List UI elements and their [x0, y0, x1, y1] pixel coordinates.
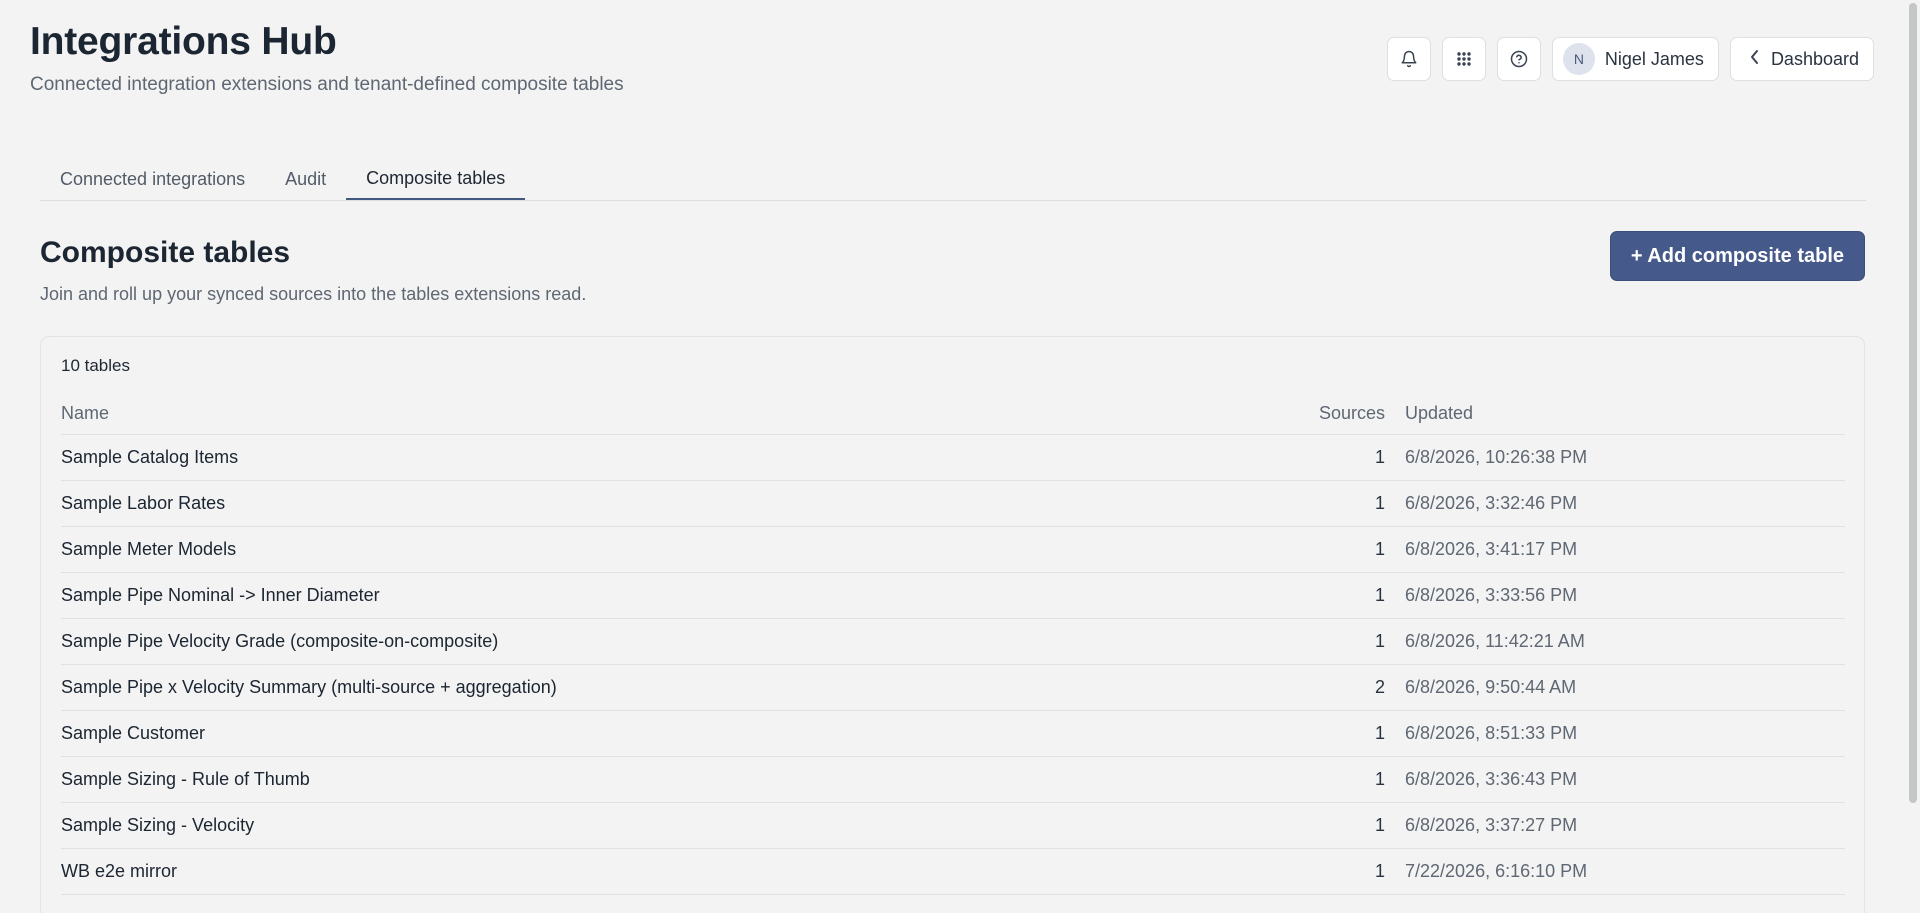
table-row[interactable]: Sample Meter Models 1 6/8/2026, 3:41:17 …: [61, 526, 1845, 573]
row-sources: 1: [1305, 756, 1405, 803]
table-row[interactable]: Sample Pipe x Velocity Summary (multi-so…: [61, 664, 1845, 711]
apps-button[interactable]: [1441, 37, 1486, 81]
composite-tables-card: 10 tables Name Sources Updated Sample Ca…: [40, 336, 1865, 913]
table-row[interactable]: Sample Sizing - Velocity 1 6/8/2026, 3:3…: [61, 802, 1845, 849]
row-sources: 1: [1305, 848, 1405, 895]
scrollbar-thumb[interactable]: [1909, 3, 1917, 803]
table-row[interactable]: Sample Pipe Velocity Grade (composite-on…: [61, 618, 1845, 665]
dashboard-button[interactable]: Dashboard: [1729, 37, 1874, 81]
add-composite-table-button[interactable]: + Add composite table: [1609, 231, 1865, 281]
row-sources: 1: [1305, 572, 1405, 619]
page-title: Integrations Hub: [30, 20, 337, 63]
table-row[interactable]: WB e2e mirror 1 7/22/2026, 6:16:10 PM: [61, 848, 1845, 895]
tab-composite-tables[interactable]: Composite tables: [346, 158, 526, 200]
section-description: Join and roll up your synced sources int…: [40, 284, 587, 304]
grid-icon: [1456, 51, 1472, 67]
row-name[interactable]: Sample Pipe Velocity Grade (composite-on…: [61, 618, 1305, 665]
table-count: 10 tables: [61, 356, 130, 375]
row-name[interactable]: Sample Sizing - Velocity: [61, 802, 1305, 849]
table-row[interactable]: Sample Catalog Items 1 6/8/2026, 10:26:3…: [61, 434, 1845, 481]
row-sources: 1: [1305, 434, 1405, 481]
notifications-button[interactable]: [1386, 37, 1431, 81]
row-name[interactable]: Sample Pipe x Velocity Summary (multi-so…: [61, 664, 1305, 711]
chevron-left-icon: [1749, 49, 1761, 70]
tab-connected-integrations[interactable]: Connected integrations: [40, 158, 265, 200]
section-title: Composite tables: [40, 236, 291, 269]
column-header-sources[interactable]: Sources: [1305, 392, 1405, 435]
row-sources: 1: [1305, 480, 1405, 527]
row-updated: 6/8/2026, 3:37:27 PM: [1405, 802, 1845, 849]
row-updated: 6/8/2026, 10:26:38 PM: [1405, 434, 1845, 481]
row-name[interactable]: Sample Pipe Nominal -> Inner Diameter: [61, 572, 1305, 619]
row-name[interactable]: Sample Sizing - Rule of Thumb: [61, 756, 1305, 803]
row-updated: 6/8/2026, 3:41:17 PM: [1405, 526, 1845, 573]
table-header-row: Name Sources Updated: [61, 392, 1845, 435]
row-name[interactable]: WB e2e mirror: [61, 848, 1305, 895]
row-sources: 1: [1305, 710, 1405, 757]
dashboard-label: Dashboard: [1770, 48, 1859, 69]
row-updated: 6/8/2026, 3:36:43 PM: [1405, 756, 1845, 803]
row-name[interactable]: Sample Meter Models: [61, 526, 1305, 573]
help-button[interactable]: [1496, 37, 1541, 81]
row-updated: 6/8/2026, 8:51:33 PM: [1405, 710, 1845, 757]
column-header-updated[interactable]: Updated: [1405, 392, 1845, 435]
row-sources: 1: [1305, 526, 1405, 573]
page: Integrations Hub Connected integration e…: [0, 0, 1920, 913]
user-menu-button[interactable]: N Nigel James: [1551, 37, 1719, 81]
page-scrollbar[interactable]: [1906, 0, 1920, 913]
row-sources: 1: [1305, 802, 1405, 849]
row-updated: 7/22/2026, 6:16:10 PM: [1405, 848, 1845, 895]
column-header-name[interactable]: Name: [61, 392, 1305, 435]
avatar: N: [1562, 43, 1595, 75]
composite-tables-table: Name Sources Updated Sample Catalog Item…: [61, 392, 1845, 895]
page-subtitle: Connected integration extensions and ten…: [30, 74, 624, 95]
row-sources: 2: [1305, 664, 1405, 711]
tab-bar: Connected integrations Audit Composite t…: [40, 158, 1866, 201]
user-name: Nigel James: [1604, 48, 1704, 69]
row-sources: 1: [1305, 618, 1405, 665]
row-updated: 6/8/2026, 3:33:56 PM: [1405, 572, 1845, 619]
bell-icon: [1400, 50, 1418, 68]
tab-audit[interactable]: Audit: [265, 158, 346, 200]
top-actions: N Nigel James Dashboard: [1386, 37, 1874, 81]
table-row[interactable]: Sample Customer 1 6/8/2026, 8:51:33 PM: [61, 710, 1845, 757]
help-icon: [1510, 50, 1528, 68]
row-updated: 6/8/2026, 3:32:46 PM: [1405, 480, 1845, 527]
table-row[interactable]: Sample Sizing - Rule of Thumb 1 6/8/2026…: [61, 756, 1845, 803]
row-name[interactable]: Sample Labor Rates: [61, 480, 1305, 527]
table-row[interactable]: Sample Labor Rates 1 6/8/2026, 3:32:46 P…: [61, 480, 1845, 527]
table-row[interactable]: Sample Pipe Nominal -> Inner Diameter 1 …: [61, 572, 1845, 619]
row-updated: 6/8/2026, 9:50:44 AM: [1405, 664, 1845, 711]
row-name[interactable]: Sample Catalog Items: [61, 434, 1305, 481]
row-updated: 6/8/2026, 11:42:21 AM: [1405, 618, 1845, 665]
row-name[interactable]: Sample Customer: [61, 710, 1305, 757]
